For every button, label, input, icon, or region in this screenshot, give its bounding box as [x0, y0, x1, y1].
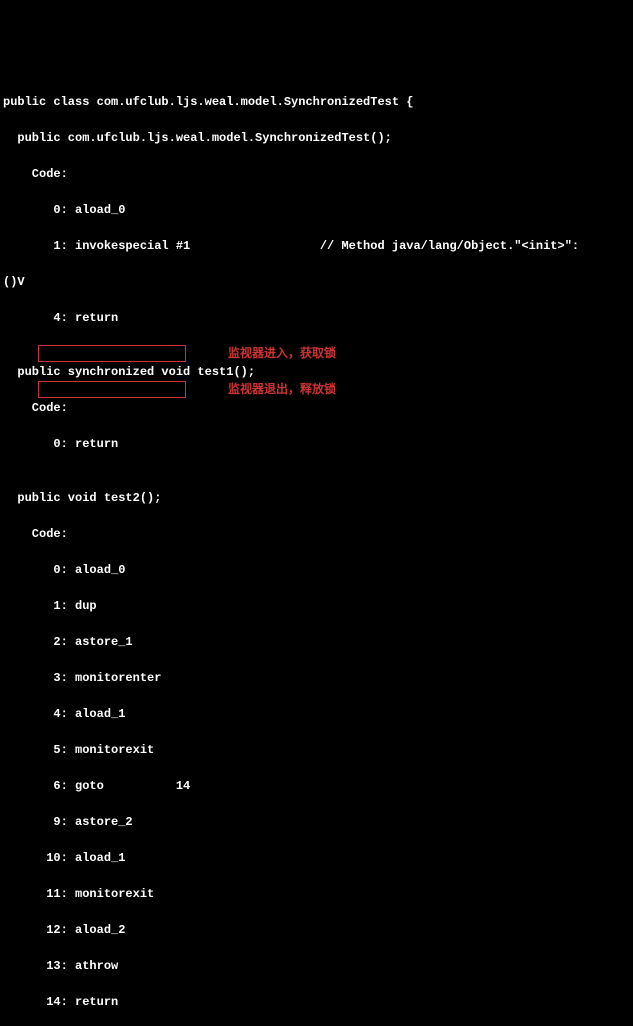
code-line: 4: aload_1 [3, 705, 630, 723]
code-line: public class com.ufclub.ljs.weal.model.S… [3, 93, 630, 111]
code-line: 1: invokespecial #1 // Method java/lang/… [3, 237, 630, 255]
code-line: 0: return [3, 435, 630, 453]
code-line: 6: goto 14 [3, 777, 630, 795]
code-line: 0: aload_0 [3, 561, 630, 579]
annotation-monitorenter: 监视器进入，获取锁 [228, 345, 336, 363]
code-line: 10: aload_1 [3, 849, 630, 867]
code-line: public synchronized void test1(); [3, 363, 630, 381]
code-line: Code: [3, 525, 630, 543]
highlight-box-monitorenter [38, 345, 186, 362]
code-line: 2: astore_1 [3, 633, 630, 651]
code-line: public com.ufclub.ljs.weal.model.Synchro… [3, 129, 630, 147]
code-line: Code: [3, 165, 630, 183]
code-line: 13: athrow [3, 957, 630, 975]
code-line: 1: dup [3, 597, 630, 615]
bytecode-output: public class com.ufclub.ljs.weal.model.S… [3, 75, 630, 1026]
highlight-box-monitorexit [38, 381, 186, 398]
code-line-monitorexit: 5: monitorexit [3, 741, 630, 759]
code-line: 14: return [3, 993, 630, 1011]
code-line: 11: monitorexit [3, 885, 630, 903]
code-line: 4: return [3, 309, 630, 327]
code-line-monitorenter: 3: monitorenter [3, 669, 630, 687]
code-line: ()V [3, 273, 630, 291]
code-line: public void test2(); [3, 489, 630, 507]
code-line: 9: astore_2 [3, 813, 630, 831]
code-line: Code: [3, 399, 630, 417]
code-line: 0: aload_0 [3, 201, 630, 219]
code-line: 12: aload_2 [3, 921, 630, 939]
annotation-monitorexit: 监视器退出，释放锁 [228, 381, 336, 399]
